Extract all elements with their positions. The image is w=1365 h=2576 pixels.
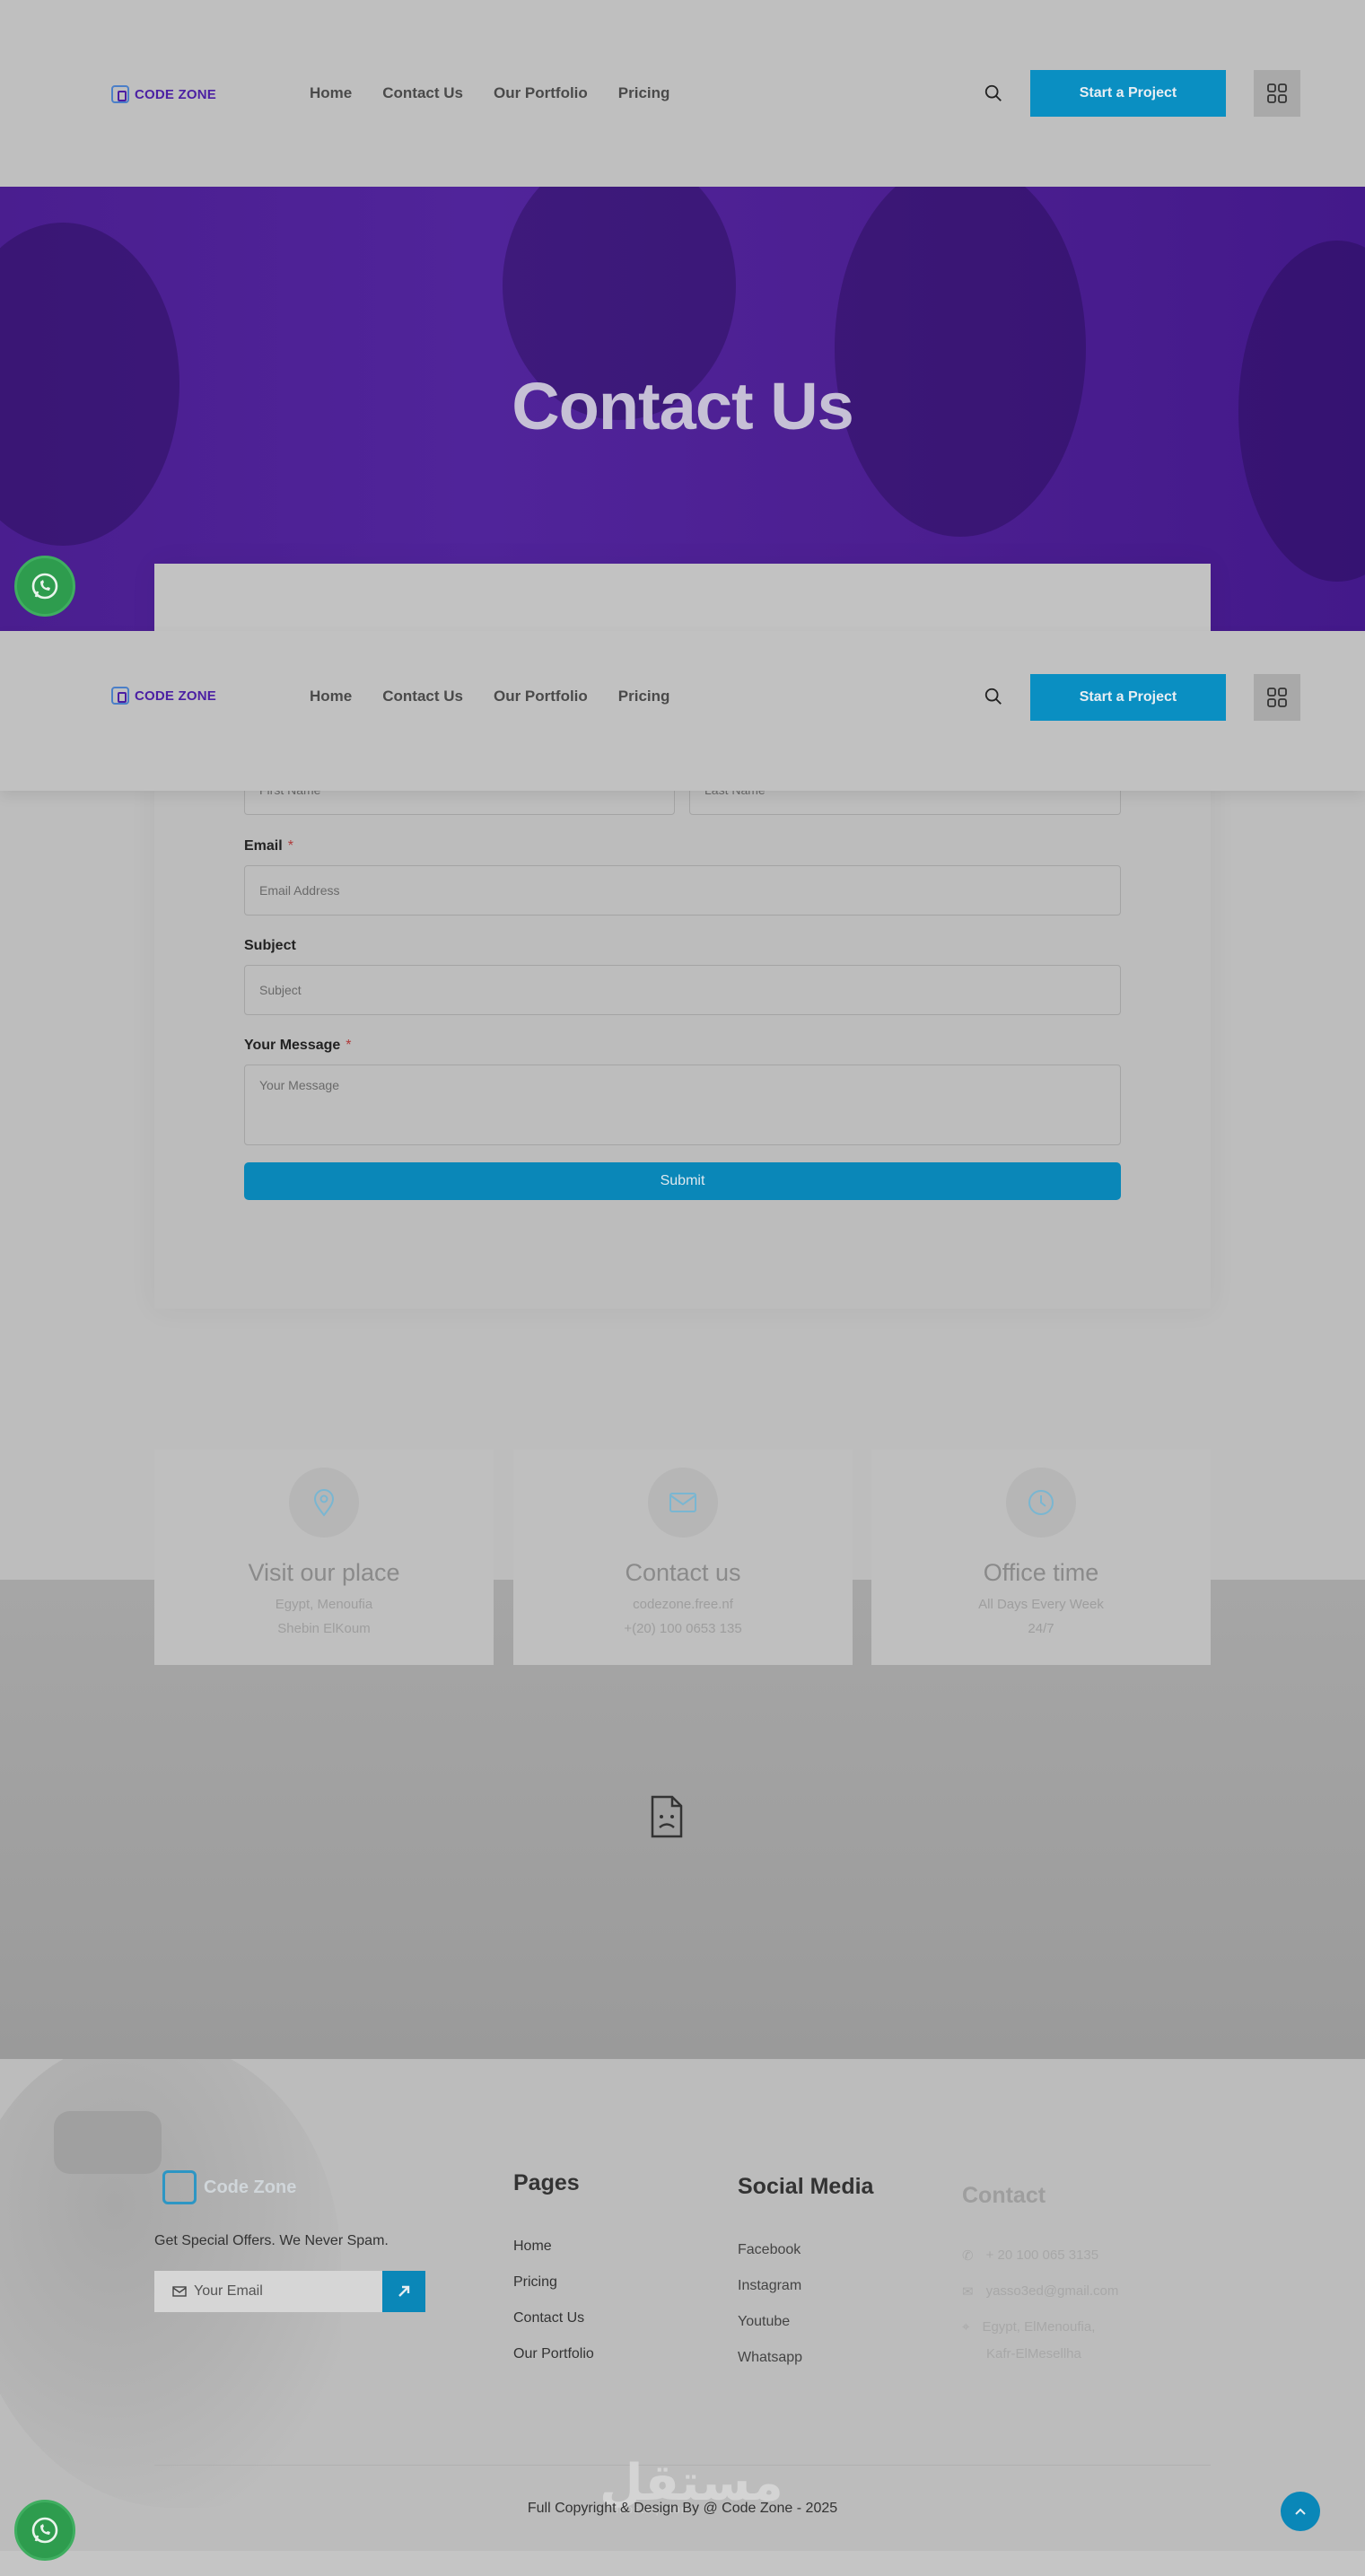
email-label: Email * — [244, 838, 293, 854]
required-mark: * — [346, 1038, 352, 1053]
chevron-up-icon — [1295, 2508, 1306, 2515]
envelope-icon — [648, 1468, 718, 1538]
info-line: All Days Every Week — [978, 1597, 1104, 1612]
newsletter-submit-button[interactable] — [382, 2271, 425, 2312]
phone-icon: ✆ — [962, 2248, 974, 2264]
nav-home[interactable]: Home — [310, 84, 352, 102]
contact-form-card-top — [154, 564, 1211, 631]
footer-pages-title: Pages — [513, 2170, 580, 2195]
grid-menu-button[interactable] — [1254, 674, 1300, 721]
message-textarea[interactable]: Your Message — [244, 1065, 1121, 1145]
footer-logo-mark-icon — [162, 2170, 197, 2204]
submit-button[interactable]: Submit — [244, 1162, 1121, 1200]
footer-link-instagram[interactable]: Instagram — [738, 2278, 801, 2294]
footer-logo[interactable]: Code Zone — [162, 2170, 296, 2204]
email-field[interactable]: Email Address — [244, 865, 1121, 916]
grid-menu-icon — [1267, 688, 1287, 707]
whatsapp-float-button[interactable] — [14, 2500, 75, 2561]
logo-mark-icon — [111, 687, 129, 705]
sticky-header: CODE ZONE Home Contact Us Our Portfolio … — [0, 631, 1365, 791]
vr-headset-shape — [54, 2111, 162, 2174]
nav-our-portfolio[interactable]: Our Portfolio — [494, 688, 588, 705]
nav-pricing[interactable]: Pricing — [618, 84, 670, 102]
footer-contact-address-line2: Kafr-ElMesellha — [986, 2346, 1081, 2361]
message-label: Your Message * — [244, 1038, 352, 1054]
info-line: +(20) 100 0653 135 — [624, 1621, 742, 1636]
search-icon[interactable] — [984, 83, 1003, 103]
footer-contact-phone: ✆ + 20 100 065 3135 — [962, 2247, 1098, 2264]
nav-pricing[interactable]: Pricing — [618, 688, 670, 705]
info-title: Contact us — [625, 1559, 741, 1586]
info-line: Shebin ElKoum — [277, 1621, 371, 1636]
page-title: Contact Us — [512, 369, 854, 443]
email-label-text: Email — [244, 838, 283, 854]
copyright: Full Copyright & Design By @ Code Zone -… — [527, 2501, 838, 2516]
arrow-up-right-icon — [398, 2285, 410, 2297]
footer-link-pricing[interactable]: Pricing — [513, 2274, 557, 2291]
subject-field[interactable]: Subject — [244, 965, 1121, 1015]
whatsapp-float-button[interactable] — [14, 556, 75, 617]
logo-text: CODE ZONE — [135, 86, 216, 102]
info-line: 24/7 — [1028, 1621, 1054, 1636]
whatsapp-icon — [31, 573, 58, 600]
location-pin-icon — [289, 1468, 359, 1538]
start-project-button[interactable]: Start a Project — [1030, 70, 1226, 117]
footer-contact-address: ⌖ Egypt, ElMenoufia, — [962, 2319, 1095, 2335]
whatsapp-icon — [31, 2517, 58, 2544]
info-title: Office time — [983, 1559, 1099, 1586]
newsletter-email-input[interactable]: Your Email — [154, 2271, 382, 2312]
newsletter-text: Get Special Offers. We Never Spam. — [154, 2233, 389, 2248]
grid-menu-button[interactable] — [1254, 70, 1300, 117]
nav-our-portfolio[interactable]: Our Portfolio — [494, 84, 588, 102]
bottom-strip — [0, 2551, 1365, 2576]
footer-contact-address-text: Kafr-ElMesellha — [986, 2346, 1081, 2361]
site-header: CODE ZONE Home Contact Us Our Portfolio … — [0, 0, 1365, 187]
footer-link-whatsapp[interactable]: Whatsapp — [738, 2350, 802, 2366]
nav-contact-us[interactable]: Contact Us — [382, 688, 463, 705]
footer-contact-email[interactable]: ✉ yasso3ed@gmail.com — [962, 2283, 1118, 2300]
search-icon[interactable] — [984, 687, 1003, 706]
clock-icon — [1006, 1468, 1076, 1538]
logo-text: CODE ZONE — [135, 688, 216, 704]
info-card-visit: Visit our place Egypt, Menoufia Shebin E… — [154, 1450, 494, 1665]
newsletter-email-placeholder: Your Email — [194, 2283, 263, 2299]
envelope-icon: ✉ — [962, 2284, 974, 2300]
footer-contact-email-text: yasso3ed@gmail.com — [985, 2283, 1119, 2299]
logo-mark-icon — [111, 85, 129, 103]
site-logo[interactable]: CODE ZONE — [111, 687, 216, 705]
footer-link-our-portfolio[interactable]: Our Portfolio — [513, 2346, 594, 2362]
footer-logo-text: Code Zone — [204, 2177, 297, 2197]
info-line: Egypt, Menoufia — [275, 1597, 373, 1612]
footer-link-contact-us[interactable]: Contact Us — [513, 2310, 584, 2326]
footer-link-youtube[interactable]: Youtube — [738, 2314, 790, 2330]
scroll-to-top-button[interactable] — [1281, 2492, 1320, 2531]
info-title: Visit our place — [248, 1559, 400, 1586]
broken-file-icon — [651, 1795, 683, 1838]
main-nav: Home Contact Us Our Portfolio Pricing — [310, 688, 669, 705]
grid-menu-icon — [1267, 83, 1287, 103]
info-line: codezone.free.nf — [633, 1597, 733, 1612]
site-footer: Code Zone Get Special Offers. We Never S… — [0, 2059, 1365, 2576]
footer-contact-title: Contact — [962, 2183, 1046, 2208]
footer-social-title: Social Media — [738, 2174, 874, 2199]
required-mark: * — [287, 838, 293, 854]
start-project-button[interactable]: Start a Project — [1030, 674, 1226, 721]
footer-link-facebook[interactable]: Facebook — [738, 2242, 801, 2258]
hero-photo-shape — [835, 187, 1086, 537]
subject-label: Subject — [244, 938, 296, 953]
site-logo[interactable]: CODE ZONE — [111, 85, 216, 103]
nav-contact-us[interactable]: Contact Us — [382, 84, 463, 102]
footer-link-home[interactable]: Home — [513, 2239, 552, 2255]
location-pin-icon: ⌖ — [962, 2319, 970, 2335]
footer-contact-phone-text: + 20 100 065 3135 — [985, 2247, 1099, 2263]
nav-home[interactable]: Home — [310, 688, 352, 705]
footer-contact-address-text: Egypt, ElMenoufia, — [982, 2319, 1096, 2335]
message-label-text: Your Message — [244, 1038, 341, 1053]
envelope-icon — [172, 2286, 187, 2297]
info-card-office-time: Office time All Days Every Week 24/7 — [871, 1450, 1211, 1665]
info-card-contact: Contact us codezone.free.nf +(20) 100 06… — [513, 1450, 853, 1665]
main-nav: Home Contact Us Our Portfolio Pricing — [310, 84, 669, 102]
